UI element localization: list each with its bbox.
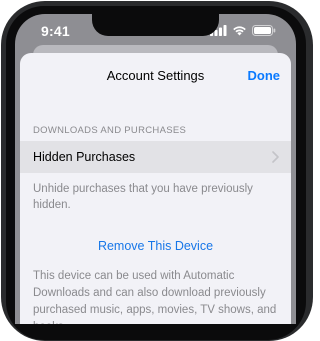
battery-icon [252, 25, 276, 36]
nav-bar: Account Settings Done [20, 53, 291, 101]
done-button[interactable]: Done [248, 68, 281, 83]
section-header: DOWNLOADS AND PURCHASES [33, 125, 187, 136]
account-settings-sheet: Account Settings Done DOWNLOADS AND PURC… [20, 53, 291, 324]
wifi-icon [233, 26, 246, 36]
section-footer: Unhide purchases that you have previousl… [33, 183, 253, 211]
status-time: 9:41 [41, 23, 70, 39]
remove-device-button[interactable]: Remove This Device [20, 239, 291, 253]
row-label: Hidden Purchases [33, 150, 136, 164]
status-icons [210, 25, 276, 36]
chevron-right-icon [272, 151, 279, 163]
hidden-purchases-row[interactable]: Hidden Purchases [20, 141, 291, 173]
notch [92, 14, 219, 36]
phone-screen: 9:41 Account Settings Done DOWNLOADS AND… [15, 14, 296, 324]
device-footer-text: This device can be used with Automatic D… [33, 270, 277, 324]
